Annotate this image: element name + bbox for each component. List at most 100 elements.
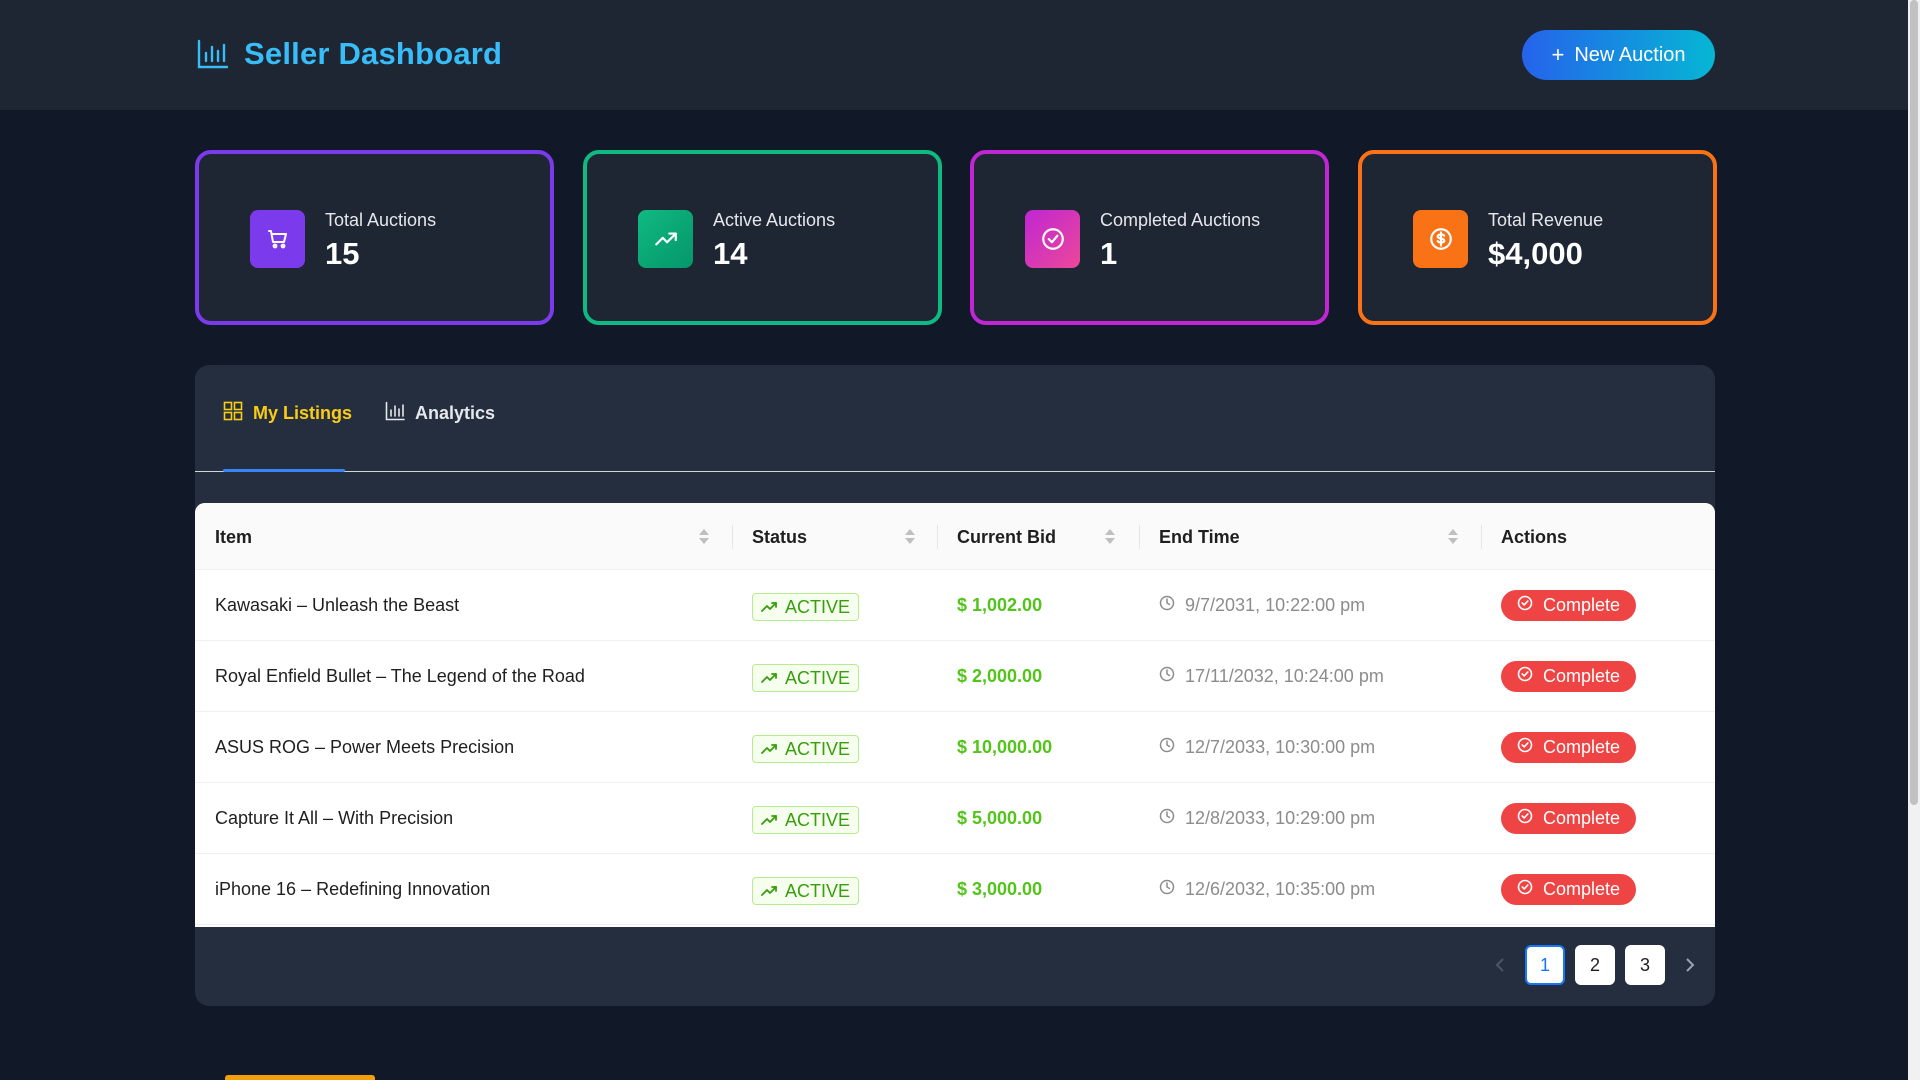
table-row: Kawasaki – Unleash the Beast ACTIVE $ 1,…	[195, 570, 1715, 641]
status-badge: ACTIVE	[752, 664, 860, 692]
new-auction-label: New Auction	[1574, 43, 1686, 66]
page-1-button[interactable]: 1	[1525, 945, 1565, 985]
complete-button[interactable]: Complete	[1501, 590, 1636, 621]
new-auction-button[interactable]: + New Auction	[1522, 30, 1715, 80]
complete-label: Complete	[1542, 737, 1621, 757]
status-text: ACTIVE	[785, 880, 851, 901]
plus-icon: +	[1551, 42, 1565, 67]
trending-up-icon	[761, 881, 777, 902]
column-divider	[937, 525, 938, 549]
end-time-text: 12/8/2033, 10:29:00 pm	[1185, 808, 1376, 828]
complete-label: Complete	[1542, 879, 1621, 899]
item-title: iPhone 16 – Redefining Innovation	[215, 879, 491, 899]
stat-value: 14	[713, 236, 748, 271]
stat-card-completed-auctions: Completed Auctions 1	[970, 150, 1329, 325]
sort-icon[interactable]	[1105, 527, 1115, 545]
status-badge: ACTIVE	[752, 806, 860, 834]
next-page-button[interactable]	[1675, 945, 1705, 985]
active-tab-indicator	[223, 469, 345, 472]
tab-bar: My Listings Analytics	[195, 365, 1715, 472]
item-title: Kawasaki – Unleash the Beast	[215, 595, 460, 615]
end-time: 12/7/2033, 10:30:00 pm	[1159, 712, 1375, 783]
tab-analytics[interactable]: Analytics	[385, 401, 495, 426]
clock-icon	[1159, 737, 1175, 758]
top-header: Seller Dashboard + New Auction	[0, 0, 1908, 110]
prev-page-button[interactable]	[1485, 945, 1515, 985]
stat-value: 15	[325, 236, 360, 271]
dollar-icon	[1413, 210, 1468, 268]
end-time-text: 12/6/2032, 10:35:00 pm	[1185, 879, 1376, 899]
check-circle-icon	[1517, 808, 1533, 829]
current-bid: $ 3,000.00	[957, 879, 1043, 899]
end-time: 17/11/2032, 10:24:00 pm	[1159, 641, 1384, 712]
tab-my-listings[interactable]: My Listings	[223, 401, 352, 426]
complete-label: Complete	[1542, 666, 1621, 686]
stat-card-total-revenue: Total Revenue $4,000	[1358, 150, 1717, 325]
page-scrollbar[interactable]	[1908, 0, 1920, 1080]
current-bid: $ 2,000.00	[957, 666, 1043, 686]
end-time-text: 9/7/2031, 10:22:00 pm	[1185, 595, 1366, 615]
tab-label: My Listings	[253, 403, 353, 423]
current-bid: $ 10,000.00	[957, 737, 1053, 757]
column-divider	[732, 525, 733, 549]
check-circle-icon	[1025, 210, 1080, 268]
stat-card-total-auctions: Total Auctions 15	[195, 150, 554, 325]
complete-button[interactable]: Complete	[1501, 803, 1636, 834]
cart-icon	[250, 210, 305, 268]
column-header-current-bid[interactable]: Current Bid	[957, 527, 1056, 548]
column-header-actions: Actions	[1501, 527, 1568, 547]
bottom-section-indicator	[225, 1075, 375, 1080]
sort-icon[interactable]	[699, 527, 709, 545]
table-row: Royal Enfield Bullet – The Legend of the…	[195, 641, 1715, 712]
table-row: Capture It All – With Precision ACTIVE $…	[195, 783, 1715, 854]
clock-icon	[1159, 595, 1175, 616]
sort-icon[interactable]	[1448, 527, 1458, 545]
end-time: 12/8/2033, 10:29:00 pm	[1159, 783, 1375, 854]
complete-button[interactable]: Complete	[1501, 874, 1636, 905]
trending-up-icon	[761, 668, 777, 689]
column-divider	[1139, 525, 1140, 549]
item-title: ASUS ROG – Power Meets Precision	[215, 737, 515, 757]
sort-icon[interactable]	[905, 527, 915, 545]
status-text: ACTIVE	[785, 667, 851, 688]
listings-panel: My Listings Analytics Item Status Curren…	[195, 365, 1715, 1006]
column-header-status[interactable]: Status	[752, 527, 807, 548]
trending-up-icon	[761, 597, 777, 618]
page-title: Seller Dashboard	[244, 36, 503, 71]
tab-label: Analytics	[415, 403, 496, 423]
end-time-text: 12/7/2033, 10:30:00 pm	[1185, 737, 1376, 757]
complete-label: Complete	[1542, 595, 1621, 615]
stat-value: 1	[1100, 236, 1118, 271]
end-time: 9/7/2031, 10:22:00 pm	[1159, 570, 1365, 641]
page-3-button[interactable]: 3	[1625, 945, 1665, 985]
clock-icon	[1159, 808, 1175, 829]
current-bid: $ 5,000.00	[957, 808, 1043, 828]
stat-label: Total Auctions	[325, 210, 437, 230]
column-header-item[interactable]: Item	[215, 527, 252, 548]
end-time: 12/6/2032, 10:35:00 pm	[1159, 854, 1375, 925]
end-time-text: 17/11/2032, 10:24:00 pm	[1185, 666, 1384, 686]
trending-up-icon	[638, 210, 693, 268]
column-header-end-time[interactable]: End Time	[1159, 527, 1240, 548]
trending-up-icon	[761, 739, 777, 760]
brand: Seller Dashboard	[196, 36, 502, 72]
scrollbar-thumb[interactable]	[1910, 0, 1918, 805]
complete-button[interactable]: Complete	[1501, 661, 1636, 692]
stat-label: Active Auctions	[713, 210, 836, 230]
bar-chart-icon	[196, 37, 230, 71]
item-title: Royal Enfield Bullet – The Legend of the…	[215, 666, 585, 686]
bar-chart-icon	[385, 401, 405, 426]
complete-button[interactable]: Complete	[1501, 732, 1636, 763]
table-header: Item Status Current Bid End Time Actions	[195, 503, 1715, 570]
listings-table: Item Status Current Bid End Time Actions…	[195, 503, 1715, 927]
item-title: Capture It All – With Precision	[215, 808, 454, 828]
table-row: iPhone 16 – Redefining Innovation ACTIVE…	[195, 854, 1715, 925]
grid-icon	[223, 401, 243, 426]
status-badge: ACTIVE	[752, 735, 860, 763]
table-row: ASUS ROG – Power Meets Precision ACTIVE …	[195, 712, 1715, 783]
check-circle-icon	[1517, 595, 1533, 616]
trending-up-icon	[761, 810, 777, 831]
stat-label: Total Revenue	[1488, 210, 1604, 230]
complete-label: Complete	[1542, 808, 1621, 828]
page-2-button[interactable]: 2	[1575, 945, 1615, 985]
